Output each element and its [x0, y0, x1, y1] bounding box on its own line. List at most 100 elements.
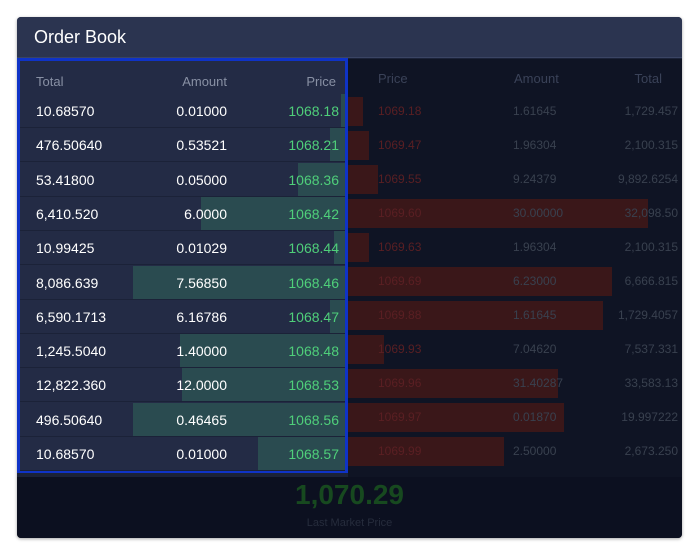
order-book-panel: Order Book Price Amount Total 1069.18 1.6… [17, 17, 682, 538]
panel-header: Order Book [17, 17, 682, 58]
bid-price: 1068.53 [288, 377, 339, 394]
bid-row[interactable]: 10.99425 0.01029 1068.44 [20, 231, 345, 266]
bid-price: 1068.46 [288, 274, 339, 291]
ask-price: 1069.63 [378, 240, 422, 254]
bid-price: 1068.18 [288, 103, 339, 119]
bid-price: 1068.36 [288, 171, 339, 188]
bid-row[interactable]: 476.50640 0.53521 1068.21 [20, 128, 345, 163]
bids-header: Total Amount Price [20, 61, 345, 94]
ask-total: 2,673.250 [624, 444, 678, 458]
ask-amount: 1.61645 [513, 308, 557, 322]
bid-amount: 0.01000 [176, 103, 227, 119]
ask-total: 1,729.457 [624, 104, 678, 118]
ask-row[interactable]: 1069.99 2.50000 2,673.250 [348, 435, 682, 468]
ask-row[interactable]: 1069.93 7.04620 7,537.331 [348, 333, 682, 366]
ask-amount: 30.00000 [513, 206, 564, 220]
ask-total: 2,100.315 [624, 240, 678, 254]
panel-title: Order Book [34, 27, 127, 47]
bid-total: 1,245.5040 [36, 343, 107, 360]
bid-total: 8,086.639 [36, 274, 99, 291]
ask-amount: 1.96304 [513, 138, 557, 152]
ask-price: 1069.18 [378, 104, 422, 118]
bid-row[interactable]: 6,410.520 6.0000 1068.42 [20, 196, 345, 231]
ask-price: 1069.60 [378, 206, 422, 220]
bids-header-amount[interactable]: Amount [182, 74, 227, 89]
ask-total: 9,892.6254 [617, 172, 678, 186]
ask-total: 1,729.4057 [617, 308, 678, 322]
bids-header-total[interactable]: Total [36, 74, 63, 89]
bid-amount: 1.40000 [176, 343, 227, 360]
ask-amount: 2.50000 [513, 444, 557, 458]
asks-header-amount: Amount [514, 71, 559, 86]
bid-amount: 0.46465 [176, 411, 227, 428]
bid-total: 476.50640 [36, 137, 103, 154]
bid-row[interactable]: 53.41800 0.05000 1068.36 [20, 162, 345, 197]
ask-row[interactable]: 1069.18 1.61645 1,729.457 [348, 95, 682, 128]
ask-amount: 6.23000 [513, 274, 557, 288]
bid-total: 12,822.360 [36, 377, 107, 394]
bid-row[interactable]: 12,822.360 12.0000 1068.53 [20, 368, 345, 403]
bid-total: 6,410.520 [36, 205, 99, 222]
bids-header-price[interactable]: Price [306, 74, 336, 89]
ask-depth-bar [348, 233, 369, 262]
ask-row[interactable]: 1069.69 6.23000 6,666.815 [348, 265, 682, 298]
bid-price: 1068.48 [288, 343, 339, 360]
bid-row[interactable]: 8,086.639 7.56850 1068.46 [20, 265, 345, 300]
bid-amount: 0.05000 [176, 171, 227, 188]
ask-amount: 31.40287 [513, 376, 564, 390]
bid-row[interactable]: 496.50640 0.46465 1068.56 [20, 402, 345, 437]
ask-amount: 1.96304 [513, 240, 557, 254]
asks-header-total: Total [634, 71, 662, 86]
bid-amount: 7.56850 [176, 274, 227, 291]
bid-total: 10.68570 [36, 103, 95, 119]
ask-row[interactable]: 1069.47 1.96304 2,100.315 [348, 129, 682, 162]
ask-row[interactable]: 1069.96 31.40287 33,583.13 [348, 367, 682, 400]
ask-price: 1069.96 [378, 376, 422, 390]
bid-price: 1068.57 [288, 446, 339, 462]
ask-price: 1069.88 [378, 308, 422, 322]
ask-row[interactable]: 1069.97 0.01870 19.997222 [348, 401, 682, 434]
ask-price: 1069.47 [378, 138, 422, 152]
ask-amount: 9.24379 [513, 172, 557, 186]
bid-amount: 0.01029 [176, 240, 227, 257]
bid-price: 1068.42 [288, 205, 339, 222]
bid-total: 53.41800 [36, 171, 95, 188]
bid-total: 6,590.1713 [36, 308, 107, 325]
bid-total: 10.68570 [36, 446, 95, 462]
asks-table: Price Amount Total 1069.18 1.61645 1,729.4… [348, 59, 682, 477]
ask-amount: 1.61645 [513, 104, 557, 118]
ask-depth-bar [348, 97, 363, 126]
ask-total: 19.997222 [621, 410, 678, 424]
bid-depth-bar [341, 94, 345, 127]
ask-row[interactable]: 1069.63 1.96304 2,100.315 [348, 231, 682, 264]
ask-amount: 7.04620 [513, 342, 557, 356]
ask-depth-bar [348, 437, 504, 466]
ask-depth-bar [348, 165, 378, 194]
bid-amount: 6.0000 [184, 205, 227, 222]
bid-row[interactable]: 10.68570 0.01000 1068.57 [20, 437, 345, 471]
bid-row[interactable]: 10.68570 0.01000 1068.18 [20, 94, 345, 128]
ask-total: 32,098.50 [624, 206, 678, 220]
bid-price: 1068.44 [288, 240, 339, 257]
asks-header-price: Price [378, 71, 408, 86]
ask-price: 1069.97 [378, 410, 422, 424]
ask-row[interactable]: 1069.60 30.00000 32,098.50 [348, 197, 682, 230]
last-market-price: 1,070.29 [295, 479, 404, 510]
bid-amount: 6.16786 [176, 308, 227, 325]
bid-total: 496.50640 [36, 411, 103, 428]
bid-price: 1068.21 [288, 137, 339, 154]
last-market-price-label: Last Market Price [306, 517, 393, 529]
bid-row[interactable]: 1,245.5040 1.40000 1068.48 [20, 334, 345, 369]
ask-price: 1069.93 [378, 342, 422, 356]
ask-row[interactable]: 1069.55 9.24379 9,892.6254 [348, 163, 682, 196]
bid-price: 1068.56 [288, 411, 339, 428]
bid-total: 10.99425 [36, 240, 95, 257]
ask-price: 1069.69 [378, 274, 422, 288]
ask-total: 7,537.331 [624, 342, 678, 356]
asks-header: Price Amount Total [348, 59, 682, 94]
ask-amount: 0.01870 [513, 410, 557, 424]
bid-row[interactable]: 6,590.1713 6.16786 1068.47 [20, 299, 345, 334]
ask-depth-bar [348, 131, 369, 160]
bid-amount: 12.0000 [176, 377, 227, 394]
ask-row[interactable]: 1069.88 1.61645 1,729.4057 [348, 299, 682, 332]
